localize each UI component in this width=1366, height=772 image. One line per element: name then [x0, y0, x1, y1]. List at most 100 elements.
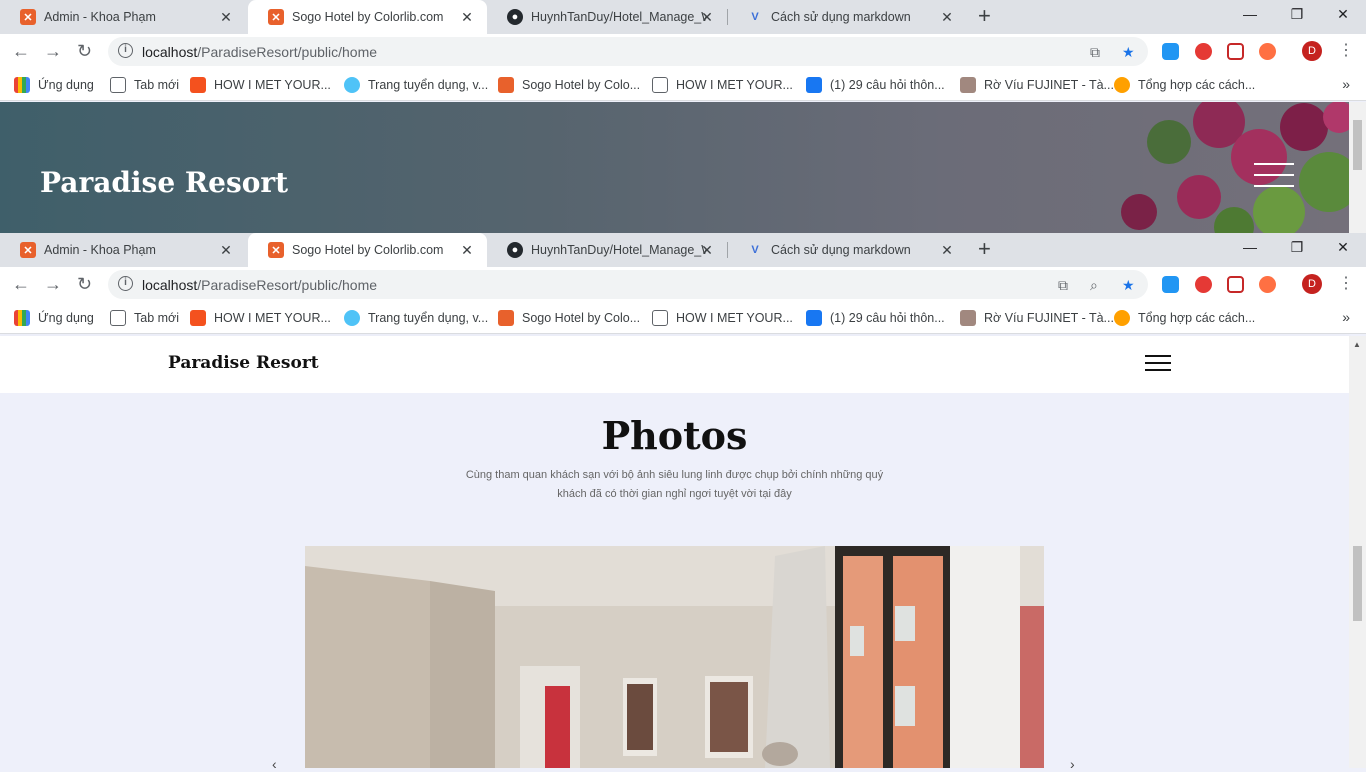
- scroll-up-icon[interactable]: ▲: [1353, 340, 1361, 349]
- hamburger-menu-icon[interactable]: [1254, 163, 1294, 196]
- bookmark-apps[interactable]: Ứng dụng: [14, 77, 94, 93]
- carousel-prev-icon[interactable]: ‹: [272, 756, 277, 772]
- xampp-icon: [498, 310, 514, 326]
- close-icon[interactable]: ✕: [459, 9, 475, 26]
- close-icon[interactable]: ✕: [218, 9, 234, 26]
- section-subtitle: Cùng tham quan khách sạn với bộ ảnh siêu…: [465, 469, 884, 500]
- forward-icon[interactable]: →: [44, 42, 62, 60]
- bookmark-item[interactable]: Trang tuyển dụng, v...: [344, 310, 488, 326]
- bookmark-item[interactable]: Rờ Víu FUJINET - Tà...: [960, 77, 1114, 93]
- scrollbar[interactable]: ▲: [1349, 336, 1366, 768]
- bookmark-item[interactable]: HOW I MET YOUR...: [652, 77, 793, 93]
- menu-dots-icon[interactable]: ⋮: [1338, 40, 1354, 60]
- extension-drop-icon[interactable]: [1162, 43, 1179, 60]
- bookmark-star-icon[interactable]: ★: [1122, 277, 1135, 294]
- bookmark-apps[interactable]: Ứng dụng: [14, 310, 94, 326]
- a-icon: [1114, 310, 1130, 326]
- reload-icon[interactable]: ↻: [77, 275, 92, 293]
- info-icon[interactable]: i: [118, 43, 133, 58]
- zoom-icon[interactable]: ⌕: [1090, 277, 1098, 294]
- tab-title: Admin - Khoa Phạm: [44, 243, 156, 257]
- restore-icon[interactable]: ❐: [1287, 239, 1307, 256]
- hero-banner: Paradise Resort: [0, 102, 1349, 233]
- url-host: localhost: [142, 277, 198, 293]
- browser-toolbar: ← → ↻ i localhost/ParadiseResort/public/…: [0, 34, 1366, 69]
- bookmark-item[interactable]: HOW I MET YOUR...: [190, 310, 331, 326]
- github-icon: ●: [507, 242, 523, 258]
- extension-fire-icon[interactable]: [1259, 276, 1276, 293]
- back-icon[interactable]: ←: [12, 275, 30, 293]
- extension-pocket-icon[interactable]: [1227, 276, 1244, 293]
- close-icon[interactable]: ✕: [699, 242, 715, 259]
- extension-bolt-icon[interactable]: [1195, 43, 1212, 60]
- bookmark-item[interactable]: (1) 29 câu hỏi thôn...: [806, 310, 945, 326]
- tab-admin[interactable]: ✕ Admin - Khoa Phạm ✕: [0, 233, 246, 267]
- tab-markdown[interactable]: V Cách sử dụng markdown ✕: [727, 0, 967, 34]
- info-icon[interactable]: i: [118, 276, 133, 291]
- close-icon[interactable]: ✕: [939, 242, 955, 259]
- scrollbar-thumb[interactable]: [1353, 546, 1362, 621]
- jobs-icon: [344, 77, 360, 93]
- tab-github[interactable]: ● HuynhTanDuy/Hotel_Manage_We ✕: [487, 233, 727, 267]
- bookmark-star-icon[interactable]: ★: [1122, 44, 1135, 61]
- new-tab-button[interactable]: +: [978, 5, 991, 27]
- profile-avatar[interactable]: D: [1302, 274, 1322, 294]
- scrollbar-thumb[interactable]: [1353, 120, 1362, 170]
- close-icon[interactable]: ✕: [699, 9, 715, 26]
- bookmark-item[interactable]: Tổng hợp các cách...: [1114, 310, 1255, 326]
- cat-icon: [960, 77, 976, 93]
- forward-icon[interactable]: →: [44, 275, 62, 293]
- translate-icon[interactable]: ⧉: [1090, 44, 1100, 61]
- bookmark-item[interactable]: Tab mới: [110, 310, 179, 326]
- bookmark-item[interactable]: Tổng hợp các cách...: [1114, 77, 1255, 93]
- address-bar[interactable]: i localhost/ParadiseResort/public/home ⧉…: [108, 37, 1148, 66]
- bookmark-item[interactable]: Sogo Hotel by Colo...: [498, 310, 640, 326]
- bookmark-item[interactable]: HOW I MET YOUR...: [652, 310, 793, 326]
- tab-github[interactable]: ● HuynhTanDuy/Hotel_Manage_We ✕: [487, 0, 727, 34]
- tab-title: Admin - Khoa Phạm: [44, 10, 156, 24]
- minimize-icon[interactable]: —: [1240, 6, 1260, 22]
- tab-markdown[interactable]: V Cách sử dụng markdown ✕: [727, 233, 967, 267]
- extension-pocket-icon[interactable]: [1227, 43, 1244, 60]
- window-close-icon[interactable]: ✕: [1333, 6, 1353, 23]
- address-bar[interactable]: i localhost/ParadiseResort/public/home ⧉…: [108, 270, 1148, 299]
- carousel-next-icon[interactable]: ›: [1070, 756, 1075, 772]
- menu-dots-icon[interactable]: ⋮: [1338, 273, 1354, 293]
- back-icon[interactable]: ←: [12, 42, 30, 60]
- tab-admin[interactable]: ✕ Admin - Khoa Phạm ✕: [0, 0, 246, 34]
- bookmark-item[interactable]: Sogo Hotel by Colo...: [498, 77, 640, 93]
- xampp-icon: ✕: [268, 242, 284, 258]
- bookmark-item[interactable]: (1) 29 câu hỏi thôn...: [806, 77, 945, 93]
- bookmark-item[interactable]: Trang tuyển dụng, v...: [344, 77, 488, 93]
- scrollbar[interactable]: [1349, 102, 1366, 233]
- page-icon: [652, 77, 668, 93]
- close-icon[interactable]: ✕: [939, 9, 955, 26]
- site-brand[interactable]: Paradise Resort: [168, 353, 319, 373]
- facebook-icon: [806, 77, 822, 93]
- extension-drop-icon[interactable]: [1162, 276, 1179, 293]
- hero-brand[interactable]: Paradise Resort: [40, 166, 288, 199]
- close-icon[interactable]: ✕: [459, 242, 475, 259]
- translate-icon[interactable]: ⧉: [1058, 277, 1068, 294]
- chevron-more-icon[interactable]: »: [1342, 76, 1350, 92]
- page-icon: [110, 310, 126, 326]
- profile-avatar[interactable]: D: [1302, 41, 1322, 61]
- bookmark-item[interactable]: HOW I MET YOUR...: [190, 77, 331, 93]
- bookmark-item[interactable]: Rờ Víu FUJINET - Tà...: [960, 310, 1114, 326]
- tab-sogo-hotel[interactable]: ✕ Sogo Hotel by Colorlib.com ✕: [248, 233, 487, 267]
- tab-sogo-hotel[interactable]: ✕ Sogo Hotel by Colorlib.com ✕: [248, 0, 487, 34]
- reload-icon[interactable]: ↻: [77, 42, 92, 60]
- extension-bolt-icon[interactable]: [1195, 276, 1212, 293]
- window-close-icon[interactable]: ✕: [1333, 239, 1353, 256]
- extension-fire-icon[interactable]: [1259, 43, 1276, 60]
- new-tab-button[interactable]: +: [978, 238, 991, 260]
- restore-icon[interactable]: ❐: [1287, 6, 1307, 23]
- bookmark-item[interactable]: Tab mới: [110, 77, 179, 93]
- facebook-icon: [806, 310, 822, 326]
- minimize-icon[interactable]: —: [1240, 239, 1260, 255]
- hamburger-menu-icon[interactable]: [1145, 355, 1171, 376]
- chevron-more-icon[interactable]: »: [1342, 309, 1350, 325]
- close-icon[interactable]: ✕: [218, 242, 234, 259]
- xampp-icon: ✕: [20, 242, 36, 258]
- room-photo[interactable]: [305, 546, 1044, 768]
